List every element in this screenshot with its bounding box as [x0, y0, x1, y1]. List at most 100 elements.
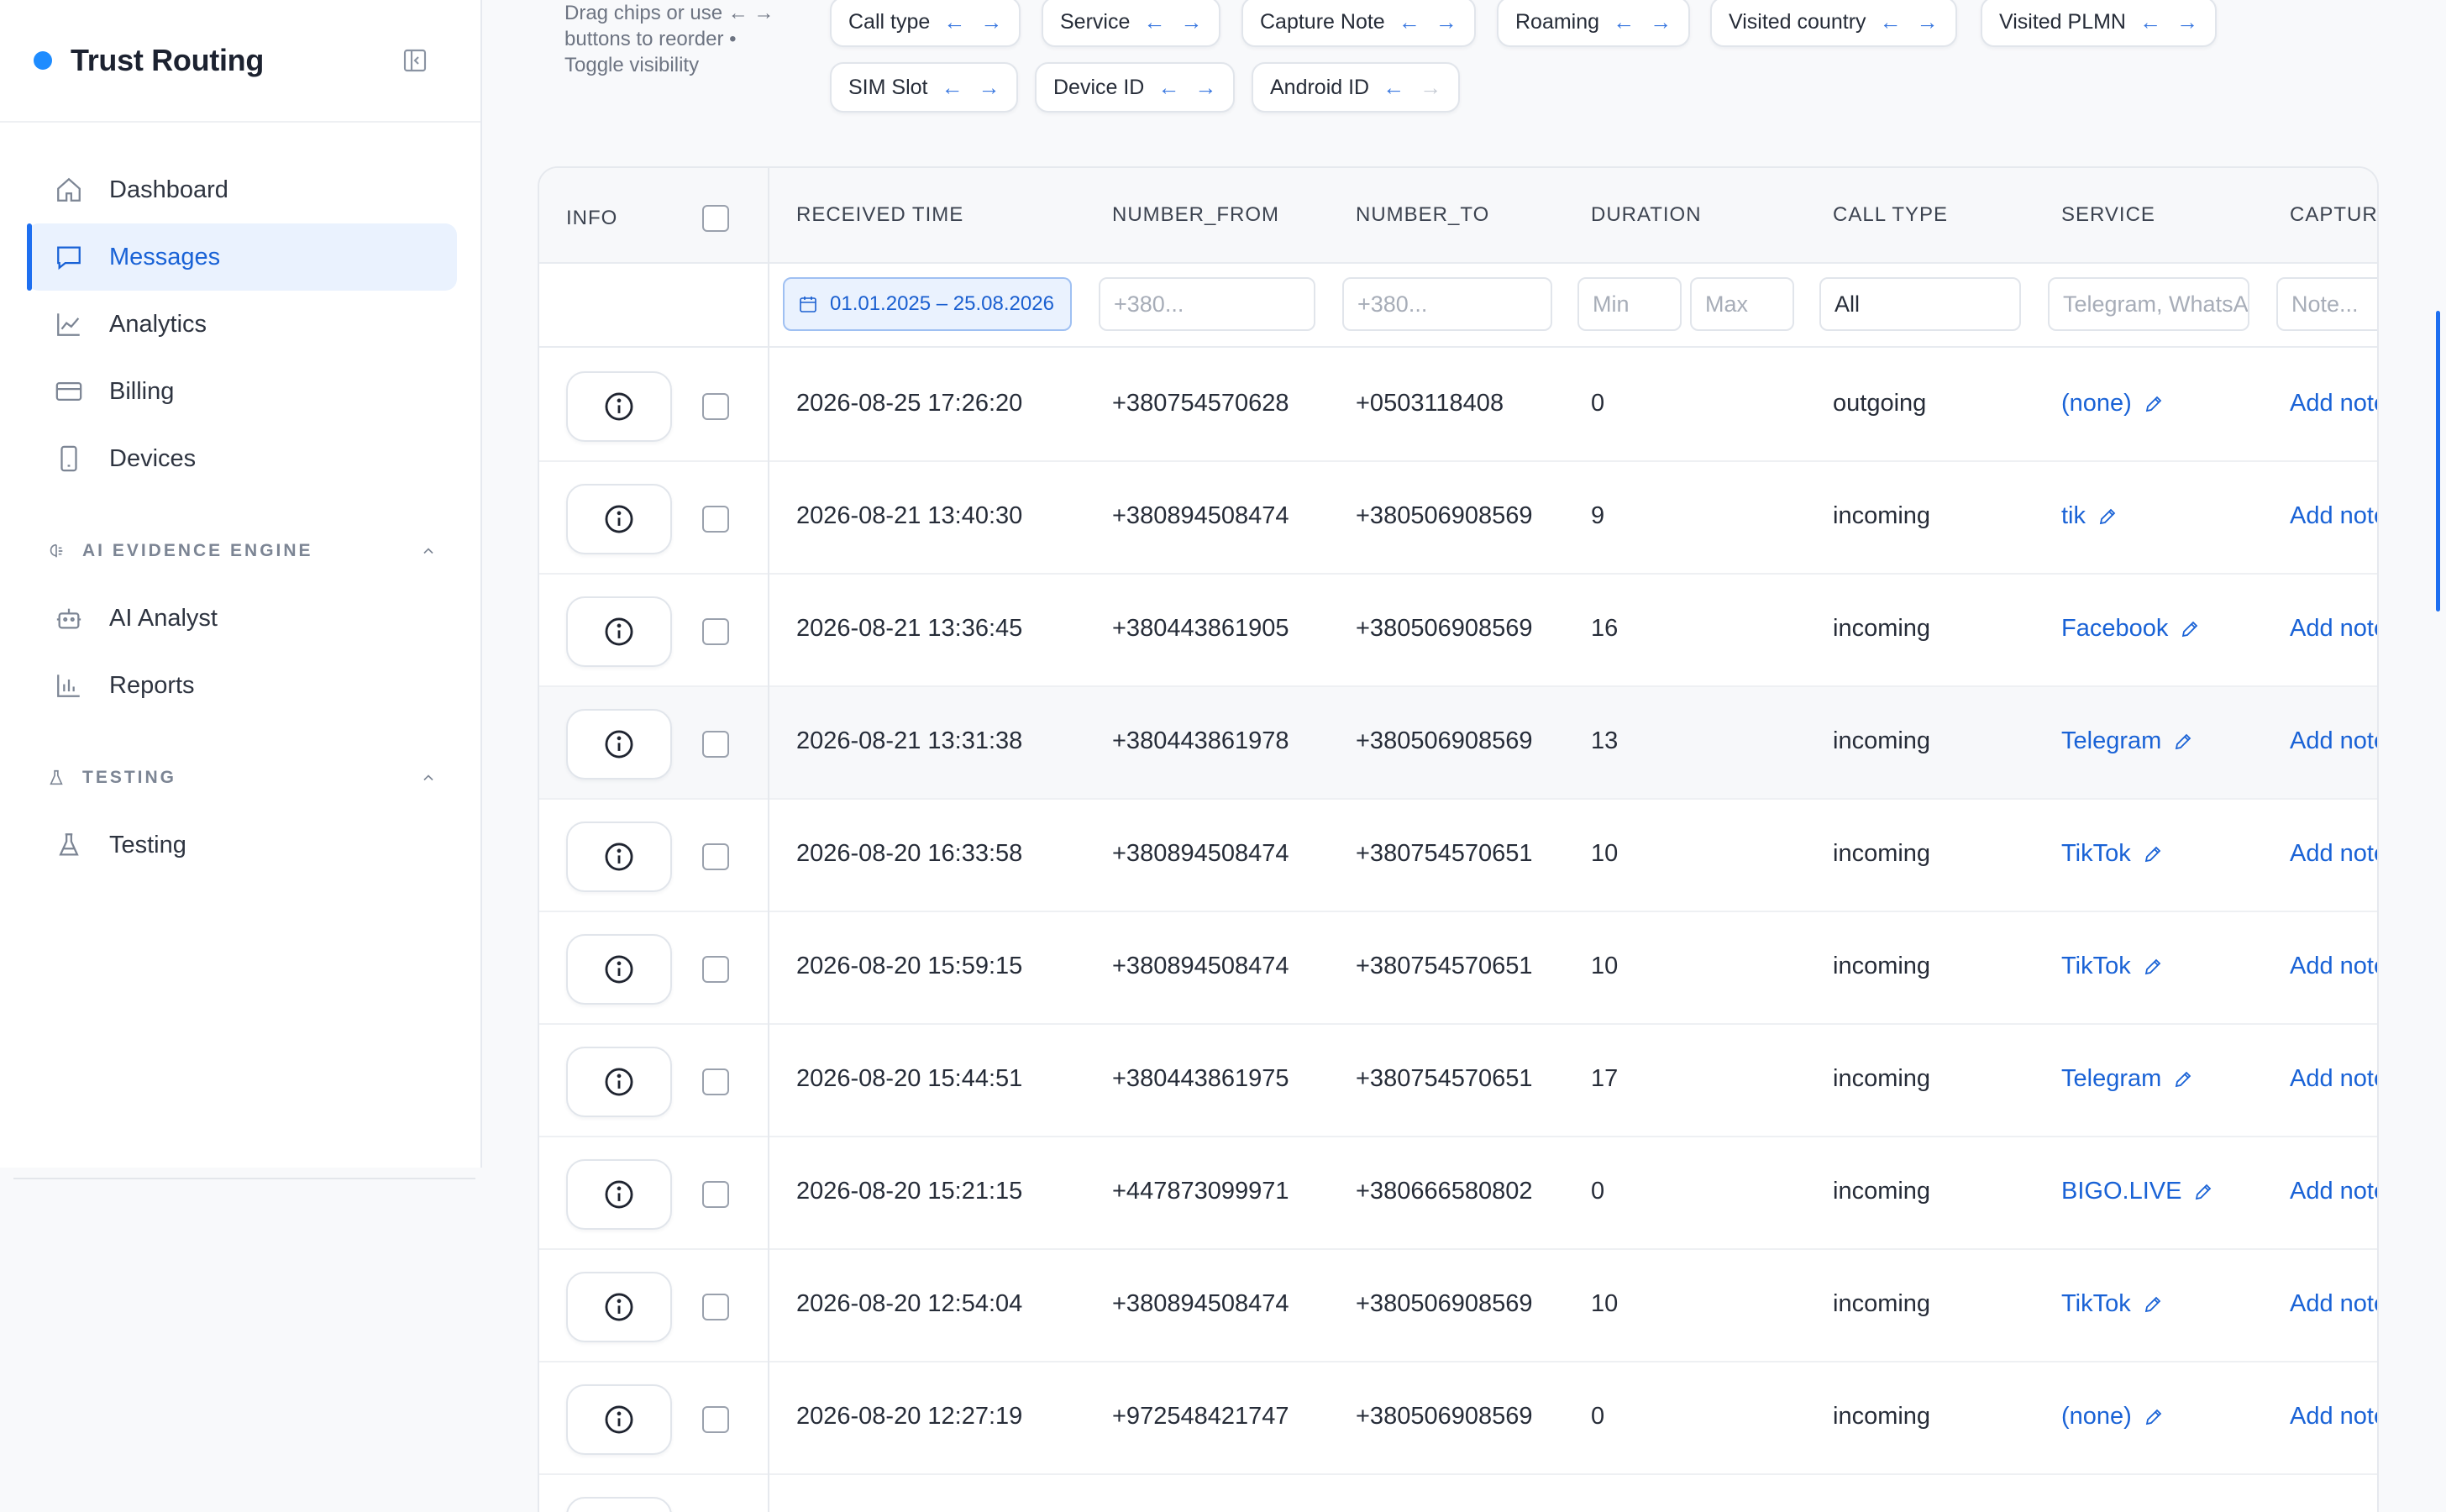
- call-type-select[interactable]: All: [1819, 277, 2021, 331]
- duration-min-filter[interactable]: Min: [1577, 277, 1682, 331]
- table-row[interactable]: 2026-08-20 12:27:19 +972548421747 +3805069…: [539, 1362, 2377, 1475]
- cell-service[interactable]: TikTok: [2061, 840, 2163, 868]
- row-checkbox[interactable]: [702, 1068, 729, 1095]
- move-right-icon[interactable]: →: [1194, 75, 1216, 101]
- chip-call-type[interactable]: Call type ← →: [830, 0, 1021, 47]
- move-left-icon[interactable]: ←: [1613, 9, 1635, 35]
- edit-pencil-icon[interactable]: [2143, 1294, 2163, 1315]
- number-from-filter[interactable]: +380...: [1099, 277, 1315, 331]
- th-capture-note[interactable]: CAPTURE NOTE: [2290, 203, 2377, 227]
- add-note-link[interactable]: Add note: [2290, 1290, 2377, 1318]
- row-checkbox[interactable]: [702, 1294, 729, 1320]
- move-left-icon[interactable]: ←: [1399, 9, 1420, 35]
- move-left-icon[interactable]: ←: [2139, 9, 2161, 35]
- th-received-time[interactable]: RECEIVED TIME: [796, 203, 963, 227]
- duration-max-filter[interactable]: Max: [1690, 277, 1794, 331]
- table-row[interactable]: 2026-08-25 17:26:20 +380754570628 +0503118…: [539, 349, 2377, 462]
- chip-service[interactable]: Service ← →: [1042, 0, 1221, 47]
- section-testing[interactable]: TESTING: [47, 761, 437, 795]
- info-button[interactable]: [566, 709, 672, 780]
- row-checkbox[interactable]: [702, 506, 729, 533]
- sidebar-item-billing[interactable]: Billing: [27, 358, 457, 425]
- cell-service[interactable]: TikTok: [2061, 953, 2163, 980]
- cell-service[interactable]: Facebook: [2061, 615, 2200, 643]
- cell-service[interactable]: tik: [2061, 502, 2118, 530]
- move-right-icon[interactable]: →: [1436, 9, 1457, 35]
- sidebar-item-devices[interactable]: Devices: [27, 425, 457, 492]
- add-note-link[interactable]: Add note: [2290, 1065, 2377, 1093]
- scrollbar-thumb[interactable]: [2436, 311, 2440, 612]
- info-button[interactable]: [566, 934, 672, 1005]
- number-to-filter[interactable]: +380...: [1342, 277, 1552, 331]
- info-button[interactable]: [566, 1497, 672, 1512]
- cell-service[interactable]: Telegram: [2061, 727, 2193, 755]
- table-row[interactable]: 2026-08-21 13:40:30 +380894508474 +3805069…: [539, 462, 2377, 575]
- info-button[interactable]: [566, 1159, 672, 1230]
- add-note-link[interactable]: Add note: [2290, 953, 2377, 980]
- section-ai-evidence-engine[interactable]: AI EVIDENCE ENGINE: [47, 534, 437, 568]
- table-row[interactable]: 2026-08-20 15:44:51 +380443861975 +3807545…: [539, 1025, 2377, 1137]
- service-filter[interactable]: Telegram, WhatsApp: [2048, 277, 2249, 331]
- table-row[interactable]: 2026-08-20 12:54:04 +380894508474 +3805069…: [539, 1250, 2377, 1362]
- cell-service[interactable]: Telegram: [2061, 1065, 2193, 1093]
- sidebar-item-dashboard[interactable]: Dashboard: [27, 156, 457, 223]
- add-note-link[interactable]: Add note: [2290, 615, 2377, 643]
- chip-visited-country[interactable]: Visited country ← →: [1710, 0, 1957, 47]
- edit-pencil-icon[interactable]: [2144, 1407, 2164, 1427]
- row-checkbox[interactable]: [702, 843, 729, 870]
- add-note-link[interactable]: Add note: [2290, 727, 2377, 755]
- cell-service[interactable]: BIGO.LIVE: [2061, 1178, 2213, 1205]
- chip-android-id[interactable]: Android ID ← →: [1252, 62, 1461, 113]
- sidebar-item-analytics[interactable]: Analytics: [27, 291, 457, 358]
- th-number-from[interactable]: NUMBER_FROM: [1112, 203, 1279, 227]
- add-note-link[interactable]: Add note: [2290, 502, 2377, 530]
- row-checkbox[interactable]: [702, 1181, 729, 1208]
- row-checkbox[interactable]: [702, 956, 729, 983]
- move-left-icon[interactable]: ←: [1157, 75, 1179, 101]
- edit-pencil-icon[interactable]: [2097, 507, 2118, 527]
- table-row[interactable]: [539, 1475, 2377, 1512]
- table-row[interactable]: 2026-08-21 13:36:45 +380443861905 +3805069…: [539, 575, 2377, 687]
- table-row[interactable]: 2026-08-20 15:59:15 +380894508474 +3807545…: [539, 912, 2377, 1025]
- info-button[interactable]: [566, 484, 672, 554]
- row-checkbox[interactable]: [702, 393, 729, 420]
- add-note-link[interactable]: Add note: [2290, 1178, 2377, 1205]
- info-button[interactable]: [566, 822, 672, 892]
- move-left-icon[interactable]: ←: [943, 9, 965, 35]
- chip-visited-plmn[interactable]: Visited PLMN ← →: [1981, 0, 2217, 47]
- move-right-icon[interactable]: →: [1180, 9, 1202, 35]
- move-left-icon[interactable]: ←: [1143, 9, 1165, 35]
- edit-pencil-icon[interactable]: [2143, 957, 2163, 977]
- row-checkbox[interactable]: [702, 618, 729, 645]
- move-right-icon[interactable]: →: [1917, 9, 1939, 35]
- select-all-checkbox[interactable]: [702, 205, 729, 232]
- note-filter[interactable]: Note...: [2276, 277, 2377, 331]
- chip-sim-slot[interactable]: SIM Slot ← →: [830, 62, 1019, 113]
- move-right-icon[interactable]: →: [978, 75, 1000, 101]
- table-row[interactable]: 2026-08-20 15:21:15 +447873099971 +3806665…: [539, 1137, 2377, 1250]
- th-duration[interactable]: DURATION: [1591, 203, 1702, 227]
- chip-roaming[interactable]: Roaming ← →: [1497, 0, 1691, 47]
- info-button[interactable]: [566, 1384, 672, 1455]
- move-right-icon[interactable]: →: [2176, 9, 2198, 35]
- sidebar-collapse-icon[interactable]: [398, 44, 432, 77]
- move-right-icon[interactable]: →: [980, 9, 1002, 35]
- edit-pencil-icon[interactable]: [2173, 732, 2193, 752]
- edit-pencil-icon[interactable]: [2180, 619, 2200, 639]
- table-row[interactable]: 2026-08-21 13:31:38 +380443861978 +3805069…: [539, 687, 2377, 800]
- chip-capture-note[interactable]: Capture Note ← →: [1241, 0, 1476, 47]
- date-range-filter[interactable]: 01.01.2025 – 25.08.2026: [783, 277, 1072, 331]
- cell-service[interactable]: TikTok: [2061, 1290, 2163, 1318]
- edit-pencil-icon[interactable]: [2193, 1182, 2213, 1202]
- sidebar-item-ai-analyst[interactable]: AI Analyst: [27, 585, 457, 652]
- edit-pencil-icon[interactable]: [2173, 1069, 2193, 1089]
- info-button[interactable]: [566, 1272, 672, 1342]
- edit-pencil-icon[interactable]: [2143, 844, 2163, 864]
- move-right-icon[interactable]: →: [1650, 9, 1672, 35]
- sidebar-item-reports[interactable]: Reports: [27, 652, 457, 719]
- th-service[interactable]: SERVICE: [2061, 203, 2155, 227]
- move-left-icon[interactable]: ←: [941, 75, 963, 101]
- info-button[interactable]: [566, 1047, 672, 1117]
- move-left-icon[interactable]: ←: [1880, 9, 1902, 35]
- chip-device-id[interactable]: Device ID ← →: [1035, 62, 1236, 113]
